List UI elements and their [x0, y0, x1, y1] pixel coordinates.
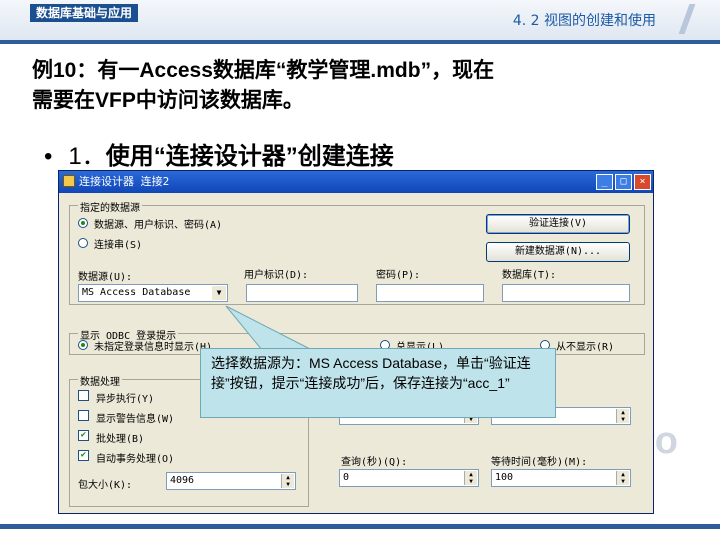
callout-pointer	[225, 305, 313, 351]
footer-divider	[0, 524, 720, 529]
callout-note: 选择数据源为：MS Access Database，单击“验证连接”按钮，提示“…	[200, 348, 556, 418]
